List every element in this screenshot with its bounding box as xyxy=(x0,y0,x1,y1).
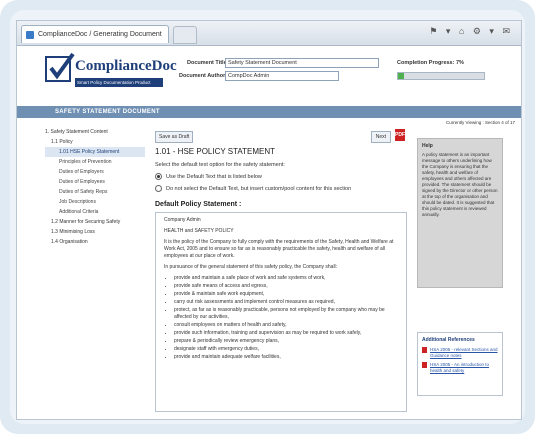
browser-toolbar-icons[interactable]: ⚑ ▾ ⌂ ⚙ ▾ ✉ xyxy=(429,26,513,37)
browser-tab-title: ComplianceDoc / Generating Document xyxy=(38,31,162,38)
browser-tabbar: ComplianceDoc / Generating Document ⚑ ▾ … xyxy=(17,21,521,46)
nav-item[interactable]: Principles of Prevention xyxy=(45,157,145,167)
help-text: A policy statement is an important messa… xyxy=(422,152,498,217)
policy-bullet: designate staff with emergency duties, xyxy=(174,346,402,353)
next-button[interactable]: Next xyxy=(370,131,391,143)
policy-bullets: provide and maintain a safe place of wor… xyxy=(164,275,402,361)
policy-bullet: consult employees on matters of health a… xyxy=(174,322,402,329)
nav-item[interactable]: Additional Criteria xyxy=(45,207,145,217)
logo-tagline: Smart Policy Documentation Product xyxy=(75,78,163,87)
browser-window: ComplianceDoc / Generating Document ⚑ ▾ … xyxy=(16,20,522,420)
radio-custom-row[interactable]: Do not select the Default Text, but inse… xyxy=(155,185,407,192)
reference-link-text[interactable]: HSA 2005 - An introduction to health and… xyxy=(430,362,498,374)
policy-subtitle: HEALTH and SAFETY POLICY xyxy=(164,228,234,234)
radio-custom[interactable] xyxy=(155,185,162,192)
policy-textbox[interactable]: Company Admin HEALTH and SAFETY POLICY I… xyxy=(155,212,407,412)
doc-title-label: Document Title: xyxy=(187,60,229,66)
content-toolbar: Save as Draft Next PDF xyxy=(155,127,407,143)
radio-default[interactable] xyxy=(155,173,162,180)
right-panel: Help A policy statement is an important … xyxy=(417,138,503,396)
policy-para2: In pursuance of the general statement of… xyxy=(164,264,338,270)
policy-bullet: carry out risk assessments and implement… xyxy=(174,299,402,306)
policy-bullet: provide safe means of access and egress, xyxy=(174,283,402,290)
policy-bullet: protect, as far as is reasonably practic… xyxy=(174,307,402,321)
progress-bar xyxy=(397,72,485,80)
nav-item[interactable]: Duties of Employers xyxy=(45,167,145,177)
policy-bullet: provide and maintain a safe place of wor… xyxy=(174,275,402,282)
policy-heading: Default Policy Statement : xyxy=(155,201,242,208)
app-header: ComplianceDoc Smart Policy Documentation… xyxy=(17,46,521,106)
doc-title-field[interactable]: Safety Statement Document xyxy=(225,58,379,68)
section-nav: 1. Safety Statement Content 1.1 Policy 1.0… xyxy=(45,127,145,247)
policy-company: Company Admin xyxy=(164,217,201,223)
statement-desc: Select the default text option for the s… xyxy=(155,162,285,168)
radio-default-row[interactable]: Use the Default Text that is listed belo… xyxy=(155,173,407,180)
logo: ComplianceDoc Smart Policy Documentation… xyxy=(45,52,177,94)
nav-item[interactable]: Duties of Safety Reps xyxy=(45,187,145,197)
policy-para1: It is the policy of the Company to fully… xyxy=(164,239,394,259)
nav-item[interactable]: 1.4 Organisation xyxy=(45,237,145,247)
checkbox-logo-icon xyxy=(45,52,75,82)
new-tab-button[interactable] xyxy=(173,26,197,44)
progress-fill xyxy=(398,73,405,79)
section-bar: SAFETY STATEMENT DOCUMENT xyxy=(17,106,521,118)
help-heading: Help xyxy=(422,143,433,149)
help-box: Help A policy statement is an important … xyxy=(417,138,503,288)
nav-item[interactable]: Duties of Employees xyxy=(45,177,145,187)
browser-tab[interactable]: ComplianceDoc / Generating Document xyxy=(21,25,169,43)
policy-bullet: prepare & periodically review emergency … xyxy=(174,338,402,345)
nav-item[interactable]: 1.1 Policy xyxy=(45,137,145,147)
favicon-icon xyxy=(26,31,34,39)
nav-item[interactable]: Job Descriptions xyxy=(45,197,145,207)
nav-item[interactable]: 1.3 Minimising Loss xyxy=(45,227,145,237)
references-box: Additional References HSA 2005 - relevan… xyxy=(417,332,503,396)
policy-bullet: provide and maintain adequate welfare fa… xyxy=(174,354,402,361)
nav-item[interactable]: 1. Safety Statement Content xyxy=(45,127,145,137)
policy-bullet: provide & maintain safe work equipment, xyxy=(174,291,402,298)
doc-author-field[interactable]: CompDoc Admin xyxy=(225,71,339,81)
pdf-file-icon xyxy=(422,347,427,353)
doc-author-label: Document Author: xyxy=(179,73,228,79)
progress-label: Completion Progress: 7% xyxy=(397,60,464,66)
statement-title: 1.01 - HSE POLICY STATEMENT xyxy=(155,147,276,156)
nav-item[interactable]: 1.2 Manner for Securing Safety xyxy=(45,217,145,227)
nav-item[interactable]: 1.01 HSE Policy Statement xyxy=(45,147,145,157)
pdf-icon[interactable]: PDF xyxy=(395,129,405,141)
logo-text: ComplianceDoc xyxy=(75,58,177,74)
reference-link[interactable]: HSA 2005 - relevant Sections and Guidanc… xyxy=(422,347,498,359)
radio-custom-label: Do not select the Default Text, but inse… xyxy=(166,185,352,192)
save-draft-button[interactable]: Save as Draft xyxy=(155,131,194,143)
pdf-file-icon xyxy=(422,362,427,368)
reference-link[interactable]: HSA 2005 - An introduction to health and… xyxy=(422,362,498,374)
policy-bullet: provide such information, training and s… xyxy=(174,330,402,337)
main-content: Save as Draft Next PDF 1.01 - HSE POLICY… xyxy=(155,127,407,419)
radio-default-label: Use the Default Text that is listed belo… xyxy=(166,173,262,180)
reference-link-text[interactable]: HSA 2005 - relevant Sections and Guidanc… xyxy=(430,347,498,359)
references-heading: Additional References xyxy=(422,337,475,343)
